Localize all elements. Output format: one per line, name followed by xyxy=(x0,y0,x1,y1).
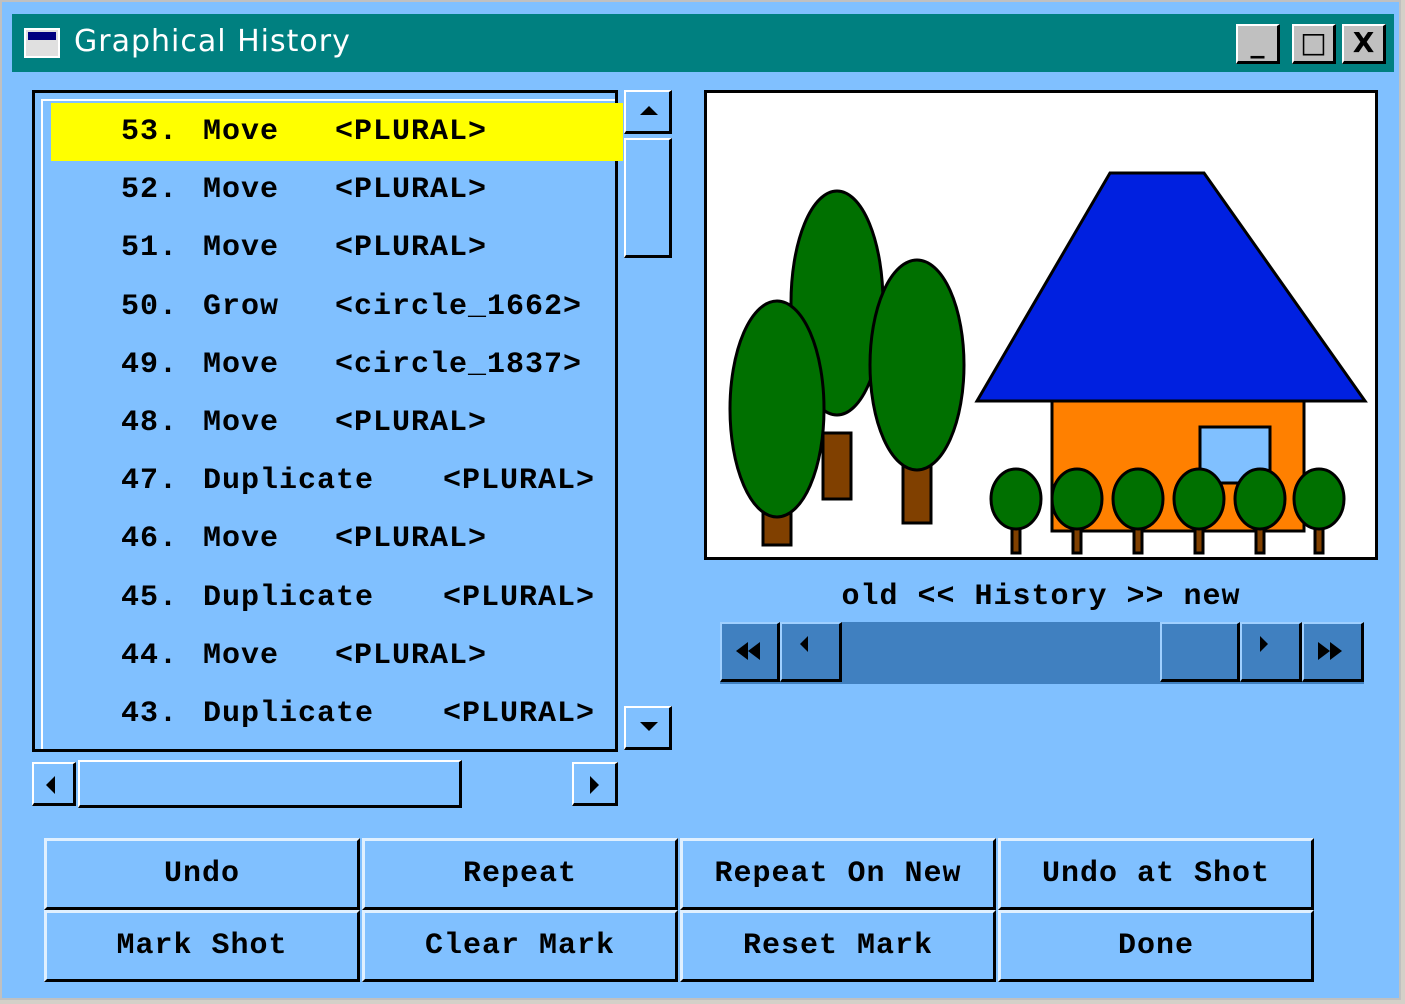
list-item-target: <PLURAL> xyxy=(335,173,488,208)
history-listbox[interactable]: 53. Move <PLURAL> 52. Move <PLURAL> 51. Move <PL… xyxy=(32,90,623,752)
list-vertical-scrollbar[interactable] xyxy=(624,90,674,752)
arrow-up-icon xyxy=(640,106,658,115)
list-item[interactable]: 51. Move <PLURAL> xyxy=(51,219,623,277)
scroll-right-button[interactable] xyxy=(572,762,618,806)
reset-mark-button[interactable]: Reset Mark xyxy=(680,910,996,982)
scroll-down-button[interactable] xyxy=(624,706,672,750)
clear-mark-button[interactable]: Clear Mark xyxy=(362,910,678,982)
scene-drawing xyxy=(728,171,1368,555)
list-item-number: 52. xyxy=(121,173,179,208)
list-item-target: <PLURAL> xyxy=(335,231,488,266)
list-item-command: Move xyxy=(203,347,280,382)
vertical-scroll-thumb[interactable] xyxy=(624,138,672,258)
list-item-target: <PLURAL> xyxy=(443,464,596,499)
list-item-command: Grow xyxy=(203,289,280,324)
minimize-button[interactable]: _ xyxy=(1236,24,1280,64)
maximize-button[interactable]: □ xyxy=(1292,24,1336,64)
list-item-command: Move xyxy=(203,173,280,208)
list-item-number: 46. xyxy=(121,522,179,557)
list-item-number: 50. xyxy=(121,289,179,324)
list-item-command: Move xyxy=(203,406,280,440)
list-item[interactable]: 45. Duplicate <PLURAL> xyxy=(51,569,623,627)
list-item[interactable]: 46. Move <PLURAL> xyxy=(51,510,623,568)
list-item-command: Duplicate xyxy=(203,697,375,731)
list-item[interactable]: 49. Move <circle_1837> xyxy=(51,336,623,394)
window-title: Graphical History xyxy=(74,24,351,59)
tree-trunk xyxy=(821,431,853,501)
list-item-command: Move xyxy=(203,522,280,557)
tree-foliage xyxy=(728,299,826,519)
done-button[interactable]: Done xyxy=(998,910,1314,982)
close-button[interactable]: X xyxy=(1342,24,1386,64)
window-app-icon xyxy=(24,28,60,58)
list-item-command: Move xyxy=(203,638,280,673)
horizontal-scroll-thumb[interactable] xyxy=(78,760,462,808)
list-item-target: <circle_1837> xyxy=(335,347,583,382)
list-item-command: Move xyxy=(203,115,280,149)
undo-button[interactable]: Undo xyxy=(44,838,360,910)
list-item-command: Duplicate xyxy=(203,580,375,615)
list-item[interactable]: 44. Move <PLURAL> xyxy=(51,627,623,685)
arrow-right-icon xyxy=(590,776,599,794)
list-item-target: <PLURAL> xyxy=(335,115,488,149)
scroll-up-button[interactable] xyxy=(624,90,672,134)
history-slider[interactable] xyxy=(720,622,1364,684)
repeat-button[interactable]: Repeat xyxy=(362,838,678,910)
list-item-number: 47. xyxy=(121,464,179,499)
list-item[interactable]: 52. Move <PLURAL> xyxy=(51,161,623,219)
list-item-target: <circle_1662> xyxy=(335,289,583,324)
step-forward-icon xyxy=(1260,636,1268,652)
list-item-target: <PLURAL> xyxy=(335,638,488,673)
list-item[interactable]: 53. Move <PLURAL> xyxy=(51,103,623,161)
list-item[interactable]: 47. Duplicate <PLURAL> xyxy=(51,452,623,510)
list-item-number: 45. xyxy=(121,580,179,615)
list-item-target: <PLURAL> xyxy=(335,406,488,440)
list-item-command: Duplicate xyxy=(203,464,375,499)
arrow-left-icon xyxy=(46,776,55,794)
history-rewind-button[interactable] xyxy=(720,622,780,682)
list-item-number: 49. xyxy=(121,347,179,382)
list-item-number: 44. xyxy=(121,638,179,673)
history-list: 53. Move <PLURAL> 52. Move <PLURAL> 51. Move <PL… xyxy=(41,99,623,749)
graphical-history-window: Graphical History _ □ X 53. Move <PLURAL> 5… xyxy=(0,0,1401,1000)
list-item-number: 53. xyxy=(121,115,179,149)
list-item[interactable]: 48. Move <PLURAL> xyxy=(51,394,623,452)
arrow-down-icon xyxy=(640,722,658,731)
scroll-left-button[interactable] xyxy=(32,762,76,806)
repeat-on-new-button[interactable]: Repeat On New xyxy=(680,838,996,910)
history-step-back-button[interactable] xyxy=(780,622,842,682)
list-item[interactable]: 43. Duplicate <PLURAL> xyxy=(51,685,623,743)
undo-at-shot-button[interactable]: Undo at Shot xyxy=(998,838,1314,910)
tree-foliage xyxy=(868,258,966,472)
list-item-number: 43. xyxy=(121,697,179,731)
history-fast-forward-button[interactable] xyxy=(1302,622,1364,682)
history-slider-label: old << History >> new xyxy=(841,580,1241,614)
list-item-number: 48. xyxy=(121,406,179,440)
list-item-target: <PLURAL> xyxy=(335,522,488,557)
list-item-target: <PLURAL> xyxy=(443,580,596,615)
title-bar[interactable]: Graphical History _ □ X xyxy=(12,14,1394,72)
mark-shot-button[interactable]: Mark Shot xyxy=(44,910,360,982)
list-horizontal-scrollbar[interactable] xyxy=(32,760,618,808)
history-slider-thumb[interactable] xyxy=(1160,622,1240,682)
list-item-target: <PLURAL> xyxy=(443,697,596,731)
step-back-icon xyxy=(800,636,808,652)
tree-trunk xyxy=(901,461,933,525)
list-item-number: 51. xyxy=(121,231,179,266)
drawing-preview-canvas xyxy=(704,90,1378,560)
list-item[interactable]: 50. Grow <circle_1662> xyxy=(51,278,623,336)
list-item-command: Move xyxy=(203,231,280,266)
house-roof xyxy=(974,171,1368,403)
history-step-forward-button[interactable] xyxy=(1240,622,1302,682)
